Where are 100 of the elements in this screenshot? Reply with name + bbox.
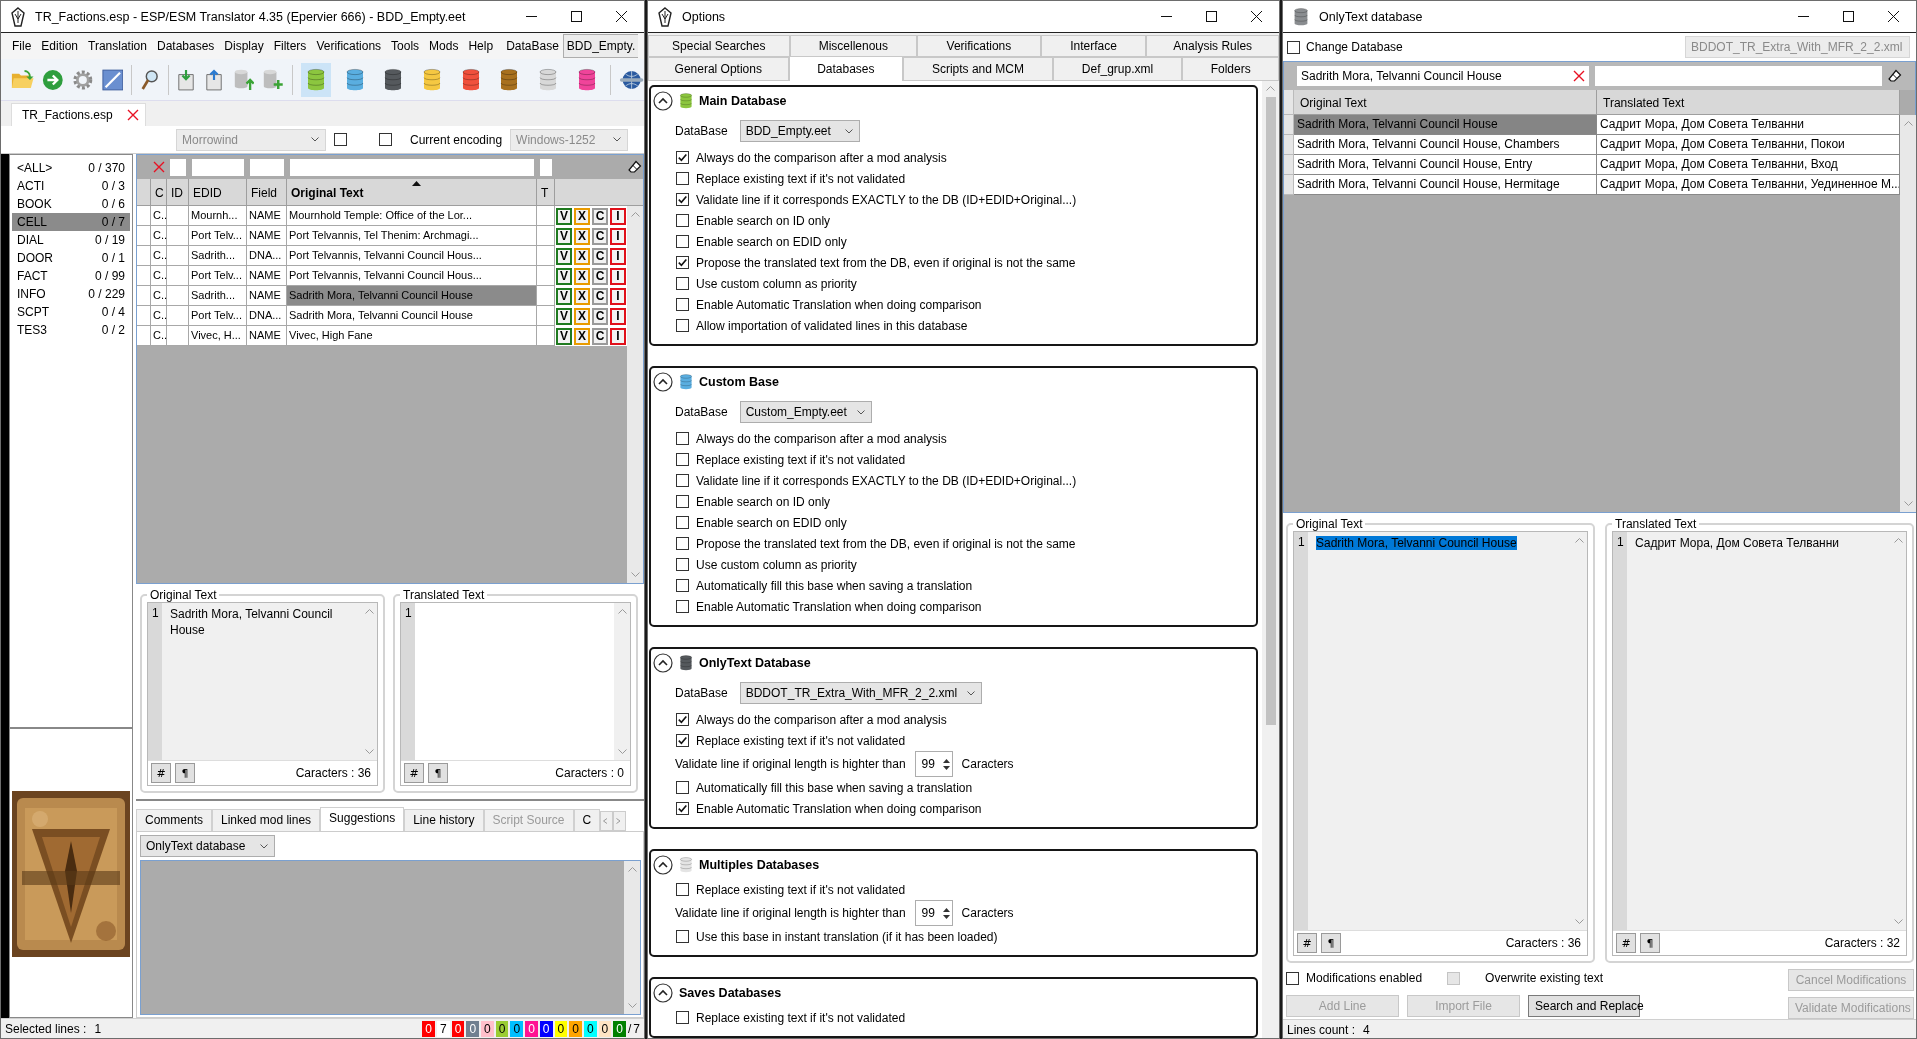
close-icon[interactable] (1888, 11, 1899, 22)
checkbox[interactable] (676, 172, 689, 185)
chevron-down-icon[interactable] (1893, 919, 1903, 925)
action-button[interactable]: I (610, 287, 626, 305)
category-item[interactable]: BOOK 0 / 6 (12, 195, 130, 213)
tab[interactable]: Analysis Rules (1146, 35, 1279, 57)
checkbox[interactable] (676, 802, 689, 815)
menu-item[interactable]: Translation (83, 39, 152, 53)
column-header[interactable]: Original Text (1294, 90, 1597, 115)
text-editor[interactable]: 1 Sadrith Mora, Telvanni Council House # ¶ Caracters : 36 (147, 602, 378, 786)
action-button[interactable]: V (556, 267, 572, 285)
table-cell[interactable]: Sadrith Mora, Telvanni Council House, Chambers (1294, 135, 1597, 155)
action-button[interactable]: X (574, 327, 590, 345)
table-cell[interactable]: Sadrith Mora, Telvanni Council House (1294, 115, 1597, 135)
number-field[interactable]: 99 (914, 900, 953, 926)
tab[interactable]: Def_grup.xml (1052, 57, 1183, 81)
chevron-down-icon[interactable] (617, 749, 627, 755)
database-dropdown[interactable]: Custom_Empty.eet (739, 401, 872, 423)
menu-item[interactable]: Verifications (311, 39, 387, 53)
tab[interactable]: Interface (1040, 35, 1147, 57)
text-editor[interactable]: 1 Sadrith Mora, Telvanni Council House # ¶ Caracters : 36 (1293, 531, 1588, 956)
text-editor[interactable]: 1 # ¶ Caracters : 0 (400, 602, 631, 786)
checkbox[interactable] (676, 193, 689, 206)
checkbox[interactable] (676, 235, 689, 248)
source-dropdown[interactable]: OnlyText database (140, 835, 275, 857)
row-header[interactable] (137, 326, 151, 346)
number-field[interactable]: 99 (914, 751, 953, 777)
checkbox[interactable] (1287, 40, 1300, 54)
action-button[interactable]: V (556, 227, 572, 245)
format-button[interactable]: ¶ (428, 763, 448, 783)
checkbox[interactable] (676, 930, 689, 943)
checkbox[interactable] (676, 277, 689, 290)
column-header[interactable]: C (151, 179, 167, 206)
category-item[interactable]: CELL 0 / 7 (12, 213, 130, 231)
tab[interactable]: C (573, 809, 601, 831)
scrollbar[interactable] (1262, 81, 1279, 1038)
category-item[interactable]: FACT 0 / 99 (12, 267, 130, 285)
scrollbar[interactable] (1571, 532, 1587, 930)
maximize-icon[interactable] (1843, 11, 1854, 22)
table-cell[interactable]: Садрит Мора, Дом Совета Телванни, Вход (1597, 155, 1900, 175)
format-button[interactable]: # (151, 763, 171, 783)
column-header[interactable]: ID (167, 179, 189, 206)
action-button[interactable]: X (574, 247, 590, 265)
filter-field[interactable] (1595, 66, 1882, 86)
collapse-button[interactable] (653, 855, 673, 875)
checkbox[interactable] (676, 453, 689, 466)
filter-field[interactable] (290, 158, 534, 176)
checkbox[interactable] (676, 883, 689, 896)
chevron-down-icon[interactable] (364, 749, 374, 755)
checkbox[interactable] (676, 256, 689, 269)
checkbox[interactable] (1286, 971, 1299, 985)
maximize-icon[interactable] (571, 11, 582, 22)
eraser-icon[interactable] (628, 160, 642, 174)
action-button[interactable]: X (574, 207, 590, 225)
action-button[interactable]: C (592, 267, 608, 285)
format-button[interactable]: # (404, 763, 424, 783)
collapse-button[interactable] (653, 653, 673, 673)
checkbox[interactable] (676, 558, 689, 571)
checkbox[interactable] (676, 579, 689, 592)
action-button[interactable]: C (592, 207, 608, 225)
tab[interactable]: Verifications (917, 35, 1041, 57)
spin-down-icon[interactable] (942, 765, 950, 770)
checkbox[interactable] (676, 600, 689, 613)
collapse-button[interactable] (653, 983, 673, 1003)
format-button[interactable]: # (1616, 933, 1636, 953)
checkbox[interactable] (676, 734, 689, 747)
action-button[interactable]: I (610, 267, 626, 285)
tab[interactable]: Scripts and MCM (903, 57, 1053, 81)
action-button[interactable]: I (610, 207, 626, 225)
action-button[interactable]: X (574, 227, 590, 245)
chevron-up-icon[interactable] (1266, 85, 1275, 91)
document-arrow-icon[interactable] (204, 67, 225, 92)
table-cell[interactable]: Sadrith Mora, Telvanni Council House, Hermitage (1294, 175, 1597, 195)
column-header[interactable]: Field (247, 179, 287, 206)
tab[interactable]: Comments (136, 809, 212, 831)
column-header[interactable]: Translated Text (1597, 90, 1900, 115)
format-button[interactable]: # (1297, 933, 1317, 953)
action-button[interactable]: C (592, 307, 608, 325)
tab[interactable]: Folders (1182, 57, 1279, 81)
filter-field[interactable] (192, 158, 244, 176)
database-selector[interactable]: BDD_Empty. (562, 34, 639, 58)
action-button[interactable]: C (592, 227, 608, 245)
checkbox[interactable] (676, 1011, 689, 1024)
tab[interactable]: Special Searches (648, 35, 790, 57)
checkbox[interactable] (676, 151, 689, 164)
checkbox[interactable] (676, 298, 689, 311)
column-header[interactable]: T (537, 179, 555, 206)
menu-item[interactable]: Tools (386, 39, 425, 53)
document-arrow-icon[interactable] (176, 67, 197, 92)
action-button[interactable]: V (556, 207, 572, 225)
edit-icon[interactable] (101, 67, 124, 92)
action-button[interactable]: C (592, 247, 608, 265)
collapse-button[interactable] (653, 91, 673, 111)
chevron-up-icon[interactable] (1893, 537, 1903, 543)
checkbox[interactable] (676, 474, 689, 487)
action-button[interactable]: I (610, 247, 626, 265)
category-item[interactable]: TES3 0 / 2 (12, 321, 130, 339)
category-item[interactable]: ACTI 0 / 3 (12, 177, 130, 195)
category-item[interactable]: <ALL> 0 / 370 (12, 159, 130, 177)
database-dropdown[interactable]: BDD_Empty.eet (739, 120, 860, 142)
